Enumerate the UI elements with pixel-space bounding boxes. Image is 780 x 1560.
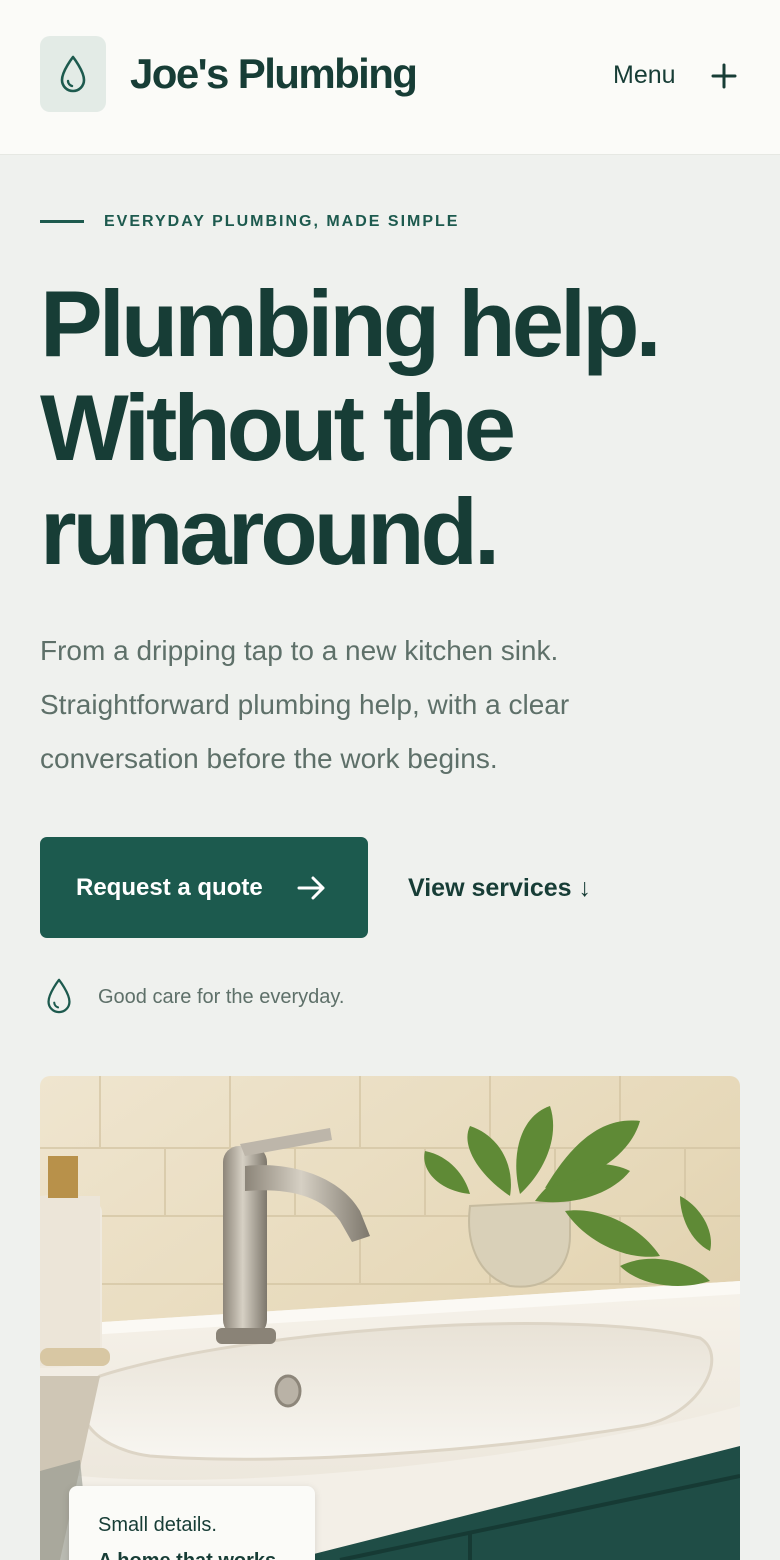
menu-button-label[interactable]: Menu xyxy=(613,60,676,90)
brand-name[interactable]: Joe's Plumbing xyxy=(130,50,418,98)
arrow-right-icon xyxy=(297,876,325,900)
request-quote-label: Request a quote xyxy=(76,874,263,901)
logo[interactable] xyxy=(40,36,106,112)
description-line: conversation before the work begins. xyxy=(40,743,498,774)
headline-line: runaround. xyxy=(40,479,500,584)
description-line: Straightforward plumbing help, with a cl… xyxy=(40,689,570,720)
bathroom-sink-photo: Small details. A home that works. xyxy=(40,1076,740,1560)
headline-line: Plumbing help. xyxy=(40,271,662,376)
description-line: From a dripping tap to a new kitchen sin… xyxy=(40,635,559,666)
hero-tagline: Good care for the everyday. xyxy=(98,986,345,1008)
hero-headline: Plumbing help. Without the runaround. xyxy=(40,272,760,584)
caption-line: Small details. xyxy=(98,1514,217,1536)
site-header: Joe's Plumbing Menu xyxy=(0,0,780,155)
plus-icon[interactable] xyxy=(710,62,738,90)
water-drop-icon xyxy=(60,55,86,93)
eyebrow-divider xyxy=(40,220,84,223)
water-drop-icon xyxy=(47,978,71,1014)
view-services-link[interactable]: View services ↓ xyxy=(408,872,591,904)
headline-line: Without the xyxy=(40,375,516,480)
hero-description: From a dripping tap to a new kitchen sin… xyxy=(40,624,680,786)
hero-eyebrow: EVERYDAY PLUMBING, MADE SIMPLE xyxy=(104,213,460,230)
caption-line: A home that works. xyxy=(98,1548,282,1560)
image-caption-card: Small details. A home that works. xyxy=(69,1486,315,1560)
